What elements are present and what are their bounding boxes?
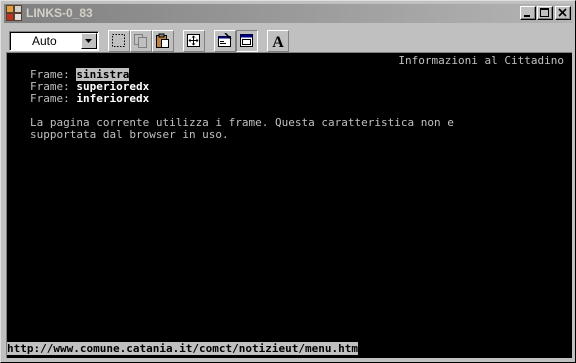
- fullscreen-icon: [187, 34, 200, 47]
- minimize-button[interactable]: [520, 6, 536, 20]
- background-icon: [240, 34, 253, 47]
- maximize-button[interactable]: [537, 6, 553, 20]
- frame-row: Frame: inferioredx: [30, 93, 149, 105]
- properties-button[interactable]: [214, 30, 236, 52]
- fonts-icon-letter: A: [272, 34, 284, 49]
- properties-icon: [218, 33, 232, 47]
- copy-icon: [134, 34, 147, 48]
- window-title: LINKS-0_83: [26, 6, 93, 20]
- status-url: http://www.comune.catania.it/comct/notiz…: [7, 342, 358, 355]
- paste-icon: [156, 33, 169, 48]
- status-bar: http://www.comune.catania.it/comct/notiz…: [7, 342, 358, 355]
- maximize-icon: [540, 8, 549, 17]
- fonts-button[interactable]: A: [267, 30, 289, 52]
- paste-button[interactable]: [152, 30, 174, 52]
- select-all-button[interactable]: [108, 30, 130, 52]
- font-select[interactable]: Auto: [9, 31, 99, 51]
- title-bar[interactable]: LINKS-0_83: [4, 4, 573, 23]
- font-select-value: Auto: [32, 34, 57, 48]
- terminal-screen[interactable]: Informazioni al Cittadino Frame: sinistr…: [6, 52, 572, 358]
- select-all-icon: [112, 34, 125, 47]
- close-button[interactable]: [555, 6, 571, 20]
- minimize-icon: [524, 15, 530, 17]
- copy-button[interactable]: [130, 30, 152, 52]
- app-window: LINKS-0_83 Auto A Informazioni al Cittad…: [0, 0, 576, 363]
- frame-message-line-2: supportata dal browser in uso.: [30, 128, 229, 141]
- page-heading: Informazioni al Cittadino: [398, 54, 564, 67]
- close-icon: [558, 8, 567, 17]
- background-button[interactable]: [236, 30, 258, 52]
- fonts-icon: A: [272, 34, 284, 49]
- dropdown-button[interactable]: [81, 33, 97, 49]
- app-icon[interactable]: [6, 5, 22, 21]
- fullscreen-button[interactable]: [183, 30, 205, 52]
- chevron-down-icon: [85, 39, 92, 43]
- frame-label: Frame:: [30, 92, 70, 105]
- frame-link-inferioredx[interactable]: inferioredx: [76, 92, 149, 105]
